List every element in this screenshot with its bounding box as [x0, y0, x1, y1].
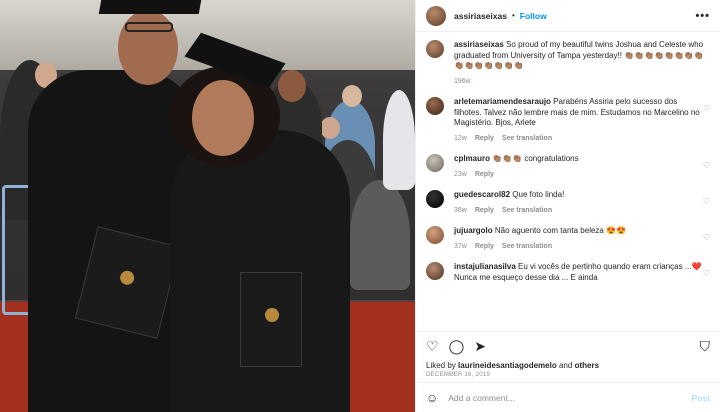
comment-text: 👏🏽👏🏽👏🏽 congratulations [492, 154, 579, 163]
likes-prefix: Liked by [426, 361, 456, 370]
author-avatar[interactable] [426, 5, 446, 26]
crowd-head [320, 117, 340, 139]
reply-button[interactable]: Reply [475, 206, 494, 217]
man-cap [98, 0, 202, 14]
crowd-person [383, 90, 415, 190]
comment-username[interactable]: instajulianasilva [454, 262, 516, 271]
man-glasses [125, 22, 173, 32]
comment-text: Que foto linda! [512, 190, 565, 199]
author-username[interactable]: assiriaseixas [454, 11, 507, 21]
comments-list[interactable]: assiriaseixas So proud of my beautiful t… [416, 32, 720, 331]
diploma-seal [265, 308, 279, 322]
woman-head [192, 80, 254, 156]
caption-avatar[interactable] [426, 40, 444, 58]
reply-button[interactable]: Reply [475, 242, 494, 253]
instagram-post: assiriaseixas • Follow ••• assiriaseixas… [0, 0, 720, 412]
comment-username[interactable]: cplmauro [454, 154, 490, 163]
likes-user[interactable]: laurineidesantiagodemelo [458, 361, 557, 370]
add-comment-bar: ☺ Add a comment... Post [416, 382, 720, 412]
likes-others[interactable]: others [575, 361, 599, 370]
see-translation-button[interactable]: See translation [502, 242, 552, 253]
comment-time[interactable]: 36w [454, 206, 467, 217]
comment-time[interactable]: 37w [454, 242, 467, 253]
heart-icon[interactable]: ♡ [703, 269, 710, 278]
comment-avatar[interactable] [426, 262, 444, 280]
see-translation-button[interactable]: See translation [502, 134, 552, 145]
comment-input[interactable]: Add a comment... [448, 393, 515, 403]
likes-and: and [558, 361, 573, 370]
bookmark-icon[interactable]: ⛉ [700, 339, 711, 353]
header-separator: • [511, 11, 515, 20]
comment-avatar[interactable] [426, 154, 444, 172]
post-date[interactable]: DECEMBER 16, 2019 [416, 370, 720, 382]
comment-item: cplmauro 👏🏽👏🏽👏🏽 congratulations 23w Repl… [426, 154, 710, 180]
comment-item: guedescarol82 Que foto linda! 36w Reply … [426, 190, 710, 216]
comment-username[interactable]: guedescarol82 [454, 190, 510, 199]
comment-icon[interactable]: ◯ [449, 339, 465, 353]
emoji-icon[interactable]: ☺ [426, 391, 438, 405]
comment-item: jujuargolo Não aguento com tanta beleza … [426, 226, 710, 252]
share-icon[interactable]: ➤ [474, 339, 486, 353]
comment-username[interactable]: jujuargolo [454, 226, 493, 235]
likes-summary: Liked by laurineidesantiagodemelo and ot… [416, 359, 720, 370]
action-bar: ♡ ◯ ➤ ⛉ [416, 331, 720, 359]
caption-username[interactable]: assiriaseixas [454, 40, 504, 49]
comment-username[interactable]: arletemariamendesaraujo [454, 97, 551, 106]
more-icon[interactable]: ••• [695, 10, 710, 22]
heart-icon[interactable]: ♡ [703, 104, 710, 113]
comment-avatar[interactable] [426, 190, 444, 208]
see-translation-button[interactable]: See translation [502, 206, 552, 217]
woman-gown [170, 130, 350, 412]
caption: assiriaseixas So proud of my beautiful t… [426, 40, 710, 87]
comment-item: instajulianasilva Eu vi vocês de pertinh… [426, 262, 710, 283]
reply-button[interactable]: Reply [475, 134, 494, 145]
comment-avatar[interactable] [426, 97, 444, 115]
crowd-head [342, 85, 362, 107]
post-header: assiriaseixas • Follow ••• [416, 0, 720, 32]
diploma-seal [118, 269, 136, 287]
wheelchair [350, 180, 410, 290]
post-comment-button[interactable]: Post [692, 393, 710, 403]
crowd-head [278, 70, 306, 102]
comment-avatar[interactable] [426, 226, 444, 244]
reply-button[interactable]: Reply [475, 170, 494, 181]
woman-diploma [240, 272, 302, 367]
comment-time[interactable]: 23w [454, 170, 467, 181]
comment-time[interactable]: 12w [454, 134, 467, 145]
comment-text: Não aguento com tanta beleza 😍😍 [494, 226, 627, 235]
comment-item: arletemariamendesaraujo Parabéns Assiria… [426, 97, 710, 144]
heart-icon[interactable]: ♡ [426, 339, 439, 353]
heart-icon[interactable]: ♡ [703, 161, 710, 170]
heart-icon[interactable]: ♡ [703, 197, 710, 206]
post-photo[interactable] [0, 0, 415, 412]
follow-button[interactable]: Follow [520, 11, 547, 21]
caption-time[interactable]: 196w [454, 77, 471, 88]
heart-icon[interactable]: ♡ [703, 233, 710, 242]
post-side-panel: assiriaseixas • Follow ••• assiriaseixas… [415, 0, 720, 412]
